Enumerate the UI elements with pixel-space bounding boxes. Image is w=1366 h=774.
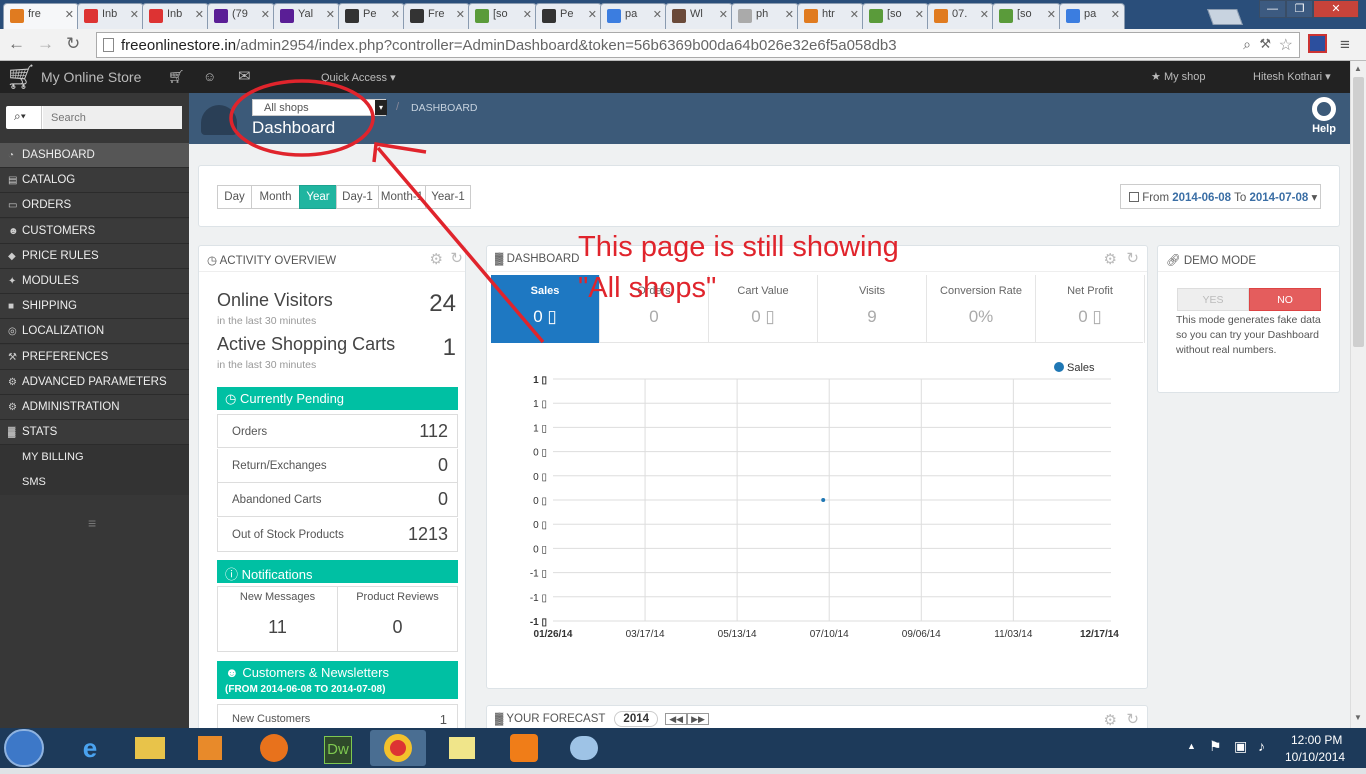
clock-time[interactable]: 12:00 PM	[1291, 733, 1342, 747]
new-tab-button[interactable]	[1207, 9, 1243, 25]
annotation-text-line1: This page is still showing	[578, 231, 899, 263]
action-center-flag-icon[interactable]: ⚑	[1209, 738, 1222, 755]
firefox-icon[interactable]	[246, 730, 302, 766]
media-player-icon[interactable]	[182, 730, 238, 766]
annotation-text-line2: "All shops"	[578, 272, 717, 304]
paint-icon[interactable]	[556, 730, 612, 766]
windows-taskbar: e Dw ▲ ⚑ ▣ ♪ 12:00 PM 10/10/2014	[0, 728, 1366, 768]
sticky-notes-icon[interactable]	[434, 730, 490, 766]
start-button[interactable]	[4, 729, 44, 767]
xampp-icon[interactable]	[496, 730, 552, 766]
annotation-circle	[229, 79, 375, 157]
chrome-icon[interactable]	[370, 730, 426, 766]
annotation-overlay	[229, 79, 545, 344]
show-hidden-icons[interactable]: ▲	[1187, 741, 1196, 751]
network-icon[interactable]: ▣	[1234, 738, 1247, 755]
dreamweaver-icon[interactable]: Dw	[310, 730, 366, 766]
volume-icon[interactable]: ♪	[1258, 738, 1265, 754]
annotation-arrow-shaft	[376, 146, 545, 344]
internet-explorer-icon[interactable]: e	[62, 730, 118, 766]
clock-date[interactable]: 10/10/2014	[1285, 750, 1345, 764]
file-explorer-icon[interactable]	[122, 730, 178, 766]
